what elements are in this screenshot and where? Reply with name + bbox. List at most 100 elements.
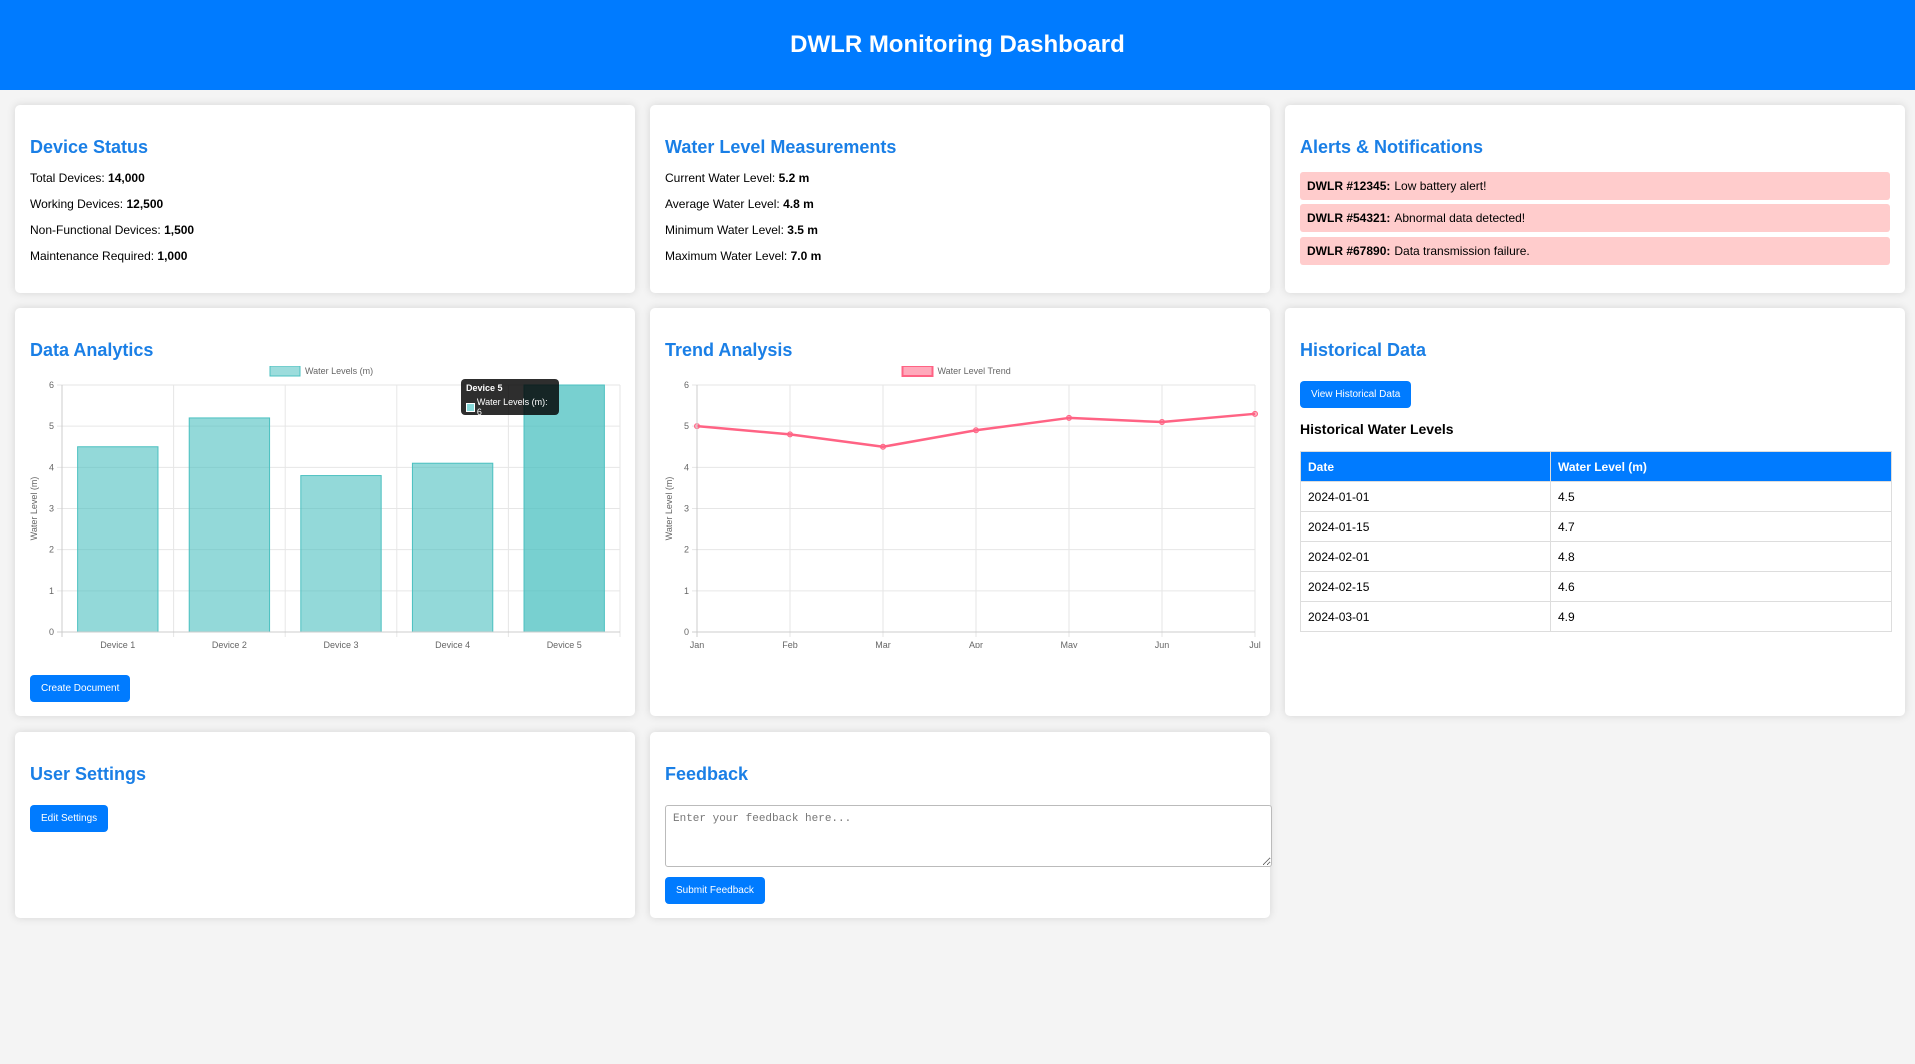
stat-maintenance-required: Maintenance Required: 1,000 <box>30 249 187 263</box>
y-tick-label: 4 <box>684 462 689 472</box>
y-tick-label: 6 <box>684 380 689 390</box>
stat-label: Minimum Water Level: <box>665 223 784 237</box>
x-tick-label: Jul <box>1249 640 1261 648</box>
y-axis-title: Water Level (m) <box>29 477 39 541</box>
data-point <box>1159 419 1165 426</box>
stat-minimum-water-level: Minimum Water Level: 3.5 m <box>665 223 818 237</box>
x-tick-label: Feb <box>782 640 798 648</box>
view-historical-data-button[interactable]: View Historical Data <box>1300 381 1412 408</box>
table-row: 2024-01-15 4.7 <box>1300 511 1892 542</box>
alert-item: DWLR #12345: Low battery alert! <box>1300 172 1890 200</box>
stat-maximum-water-level: Maximum Water Level: 7.0 m <box>665 249 821 263</box>
data-point <box>880 443 886 450</box>
stat-label: Average Water Level: <box>665 197 780 211</box>
device-status-title: Device Status <box>30 137 149 157</box>
user-settings-title: User Settings <box>30 764 147 784</box>
edit-settings-button[interactable]: Edit Settings <box>30 805 109 832</box>
stat-average-water-level: Average Water Level: 4.8 m <box>665 197 814 211</box>
chart-legend: Water Levels (m) <box>269 366 373 377</box>
bar <box>411 462 494 633</box>
feedback-card: Feedback Submit Feedback <box>650 732 1272 918</box>
bar <box>523 384 605 633</box>
stat-label: Working Devices: <box>30 197 124 211</box>
y-tick-label: 0 <box>684 627 689 637</box>
submit-feedback-button[interactable]: Submit Feedback <box>665 877 765 904</box>
alert-message: Data transmission failure. <box>1394 244 1530 258</box>
app-header: DWLR Monitoring Dashboard <box>0 0 1915 90</box>
table-row: 2024-02-15 4.6 <box>1300 571 1892 602</box>
alert-id: DWLR #12345: <box>1307 179 1391 193</box>
legend-label: Water Level Trend <box>938 366 1011 376</box>
water-level-title: Water Level Measurements <box>665 137 897 157</box>
alert-message: Abnormal data detected! <box>1394 211 1526 225</box>
table-cell: 2024-03-01 <box>1300 601 1551 632</box>
feedback-title: Feedback <box>665 764 749 784</box>
historical-table: Date Water Level (m) 2024-01-01 4.5 2024-… <box>1300 451 1892 632</box>
stat-label: Maximum Water Level: <box>665 249 788 263</box>
data-point <box>787 431 793 438</box>
tooltip-swatch <box>466 402 475 412</box>
data-analytics-title: Data Analytics <box>30 340 154 360</box>
table-cell: 4.7 <box>1550 511 1892 542</box>
stat-value: 1,000 <box>157 249 188 263</box>
data-analytics-card: Data Analytics Water Levels (m) 0 1 2 3 4 5 6 Wa… <box>15 308 635 716</box>
user-settings-card: User Settings Edit Settings <box>15 732 635 918</box>
table-cell: 2024-01-01 <box>1300 481 1551 512</box>
stat-label: Current Water Level: <box>665 171 776 185</box>
create-document-button[interactable]: Create Document <box>30 675 131 702</box>
table-cell: 2024-02-15 <box>1300 571 1551 602</box>
x-tick-label: Apr <box>969 640 983 648</box>
alerts-card: Alerts & Notifications DWLR #12345: Low b… <box>1285 105 1905 293</box>
table-cell: 4.8 <box>1550 541 1892 572</box>
table-row: 2024-02-01 4.8 <box>1300 541 1892 572</box>
stat-value: 14,000 <box>108 171 145 185</box>
stat-value: 7.0 m <box>790 249 822 263</box>
alert-item: DWLR #67890: Data transmission failure. <box>1300 237 1890 265</box>
legend-swatch <box>269 366 301 377</box>
table-cell: 2024-02-01 <box>1300 541 1551 572</box>
bar <box>300 475 382 633</box>
y-axis-title: Water Level (m) <box>664 477 674 541</box>
stat-value: 3.5 m <box>787 223 818 237</box>
trend-analysis-card: Trend Analysis Water Level Trend 0 1 2 3 4 5 6 W… <box>650 308 1270 716</box>
bar <box>77 446 159 633</box>
alert-id: DWLR #54321: <box>1307 211 1391 225</box>
tooltip-row: Water Levels (m): 6 <box>466 397 554 417</box>
x-tick-label: Jan <box>690 640 705 648</box>
stat-label: Maintenance Required: <box>30 249 155 263</box>
y-tick-label: 1 <box>684 586 689 596</box>
stat-non-functional-devices: Non-Functional Devices: 1,500 <box>30 223 194 237</box>
legend-label: Water Levels (m) <box>305 366 373 376</box>
stat-label: Total Devices: <box>30 171 105 185</box>
data-point <box>973 427 979 434</box>
table-cell: 4.5 <box>1550 481 1892 512</box>
y-tick-label: 4 <box>49 462 54 472</box>
alert-item: DWLR #54321: Abnormal data detected! <box>1300 204 1890 232</box>
stat-value: 1,500 <box>164 223 195 237</box>
device-status-card: Device Status Total Devices: 14,000 Work… <box>15 105 635 293</box>
x-tick-label: May <box>1060 640 1078 648</box>
y-tick-label: 0 <box>49 627 54 637</box>
tooltip-title: Device 5 <box>466 383 503 393</box>
x-tick-label: Mar <box>875 640 891 648</box>
y-tick-label: 5 <box>684 421 689 431</box>
alert-id: DWLR #67890: <box>1307 244 1391 258</box>
page-title: DWLR Monitoring Dashboard <box>790 31 1125 58</box>
stat-current-water-level: Current Water Level: 5.2 m <box>665 171 809 185</box>
stat-value: 4.8 m <box>783 197 814 211</box>
tooltip-text: Water Levels (m): 6 <box>476 397 548 417</box>
table-header-row: Date Water Level (m) <box>1300 451 1892 482</box>
stat-value: 5.2 m <box>778 171 810 185</box>
chart-tooltip: Device 5 Water Levels (m): 6 <box>461 379 559 417</box>
feedback-textarea[interactable] <box>665 805 1272 867</box>
data-point <box>1252 410 1258 417</box>
column-header-water-level: Water Level (m) <box>1550 451 1892 482</box>
y-tick-label: 3 <box>49 504 54 514</box>
table-cell: 2024-01-15 <box>1300 511 1551 542</box>
bar <box>188 417 271 633</box>
y-tick-label: 3 <box>684 504 689 514</box>
x-tick-label: Device 4 <box>435 640 470 648</box>
line-chart: Water Level Trend 0 1 2 3 4 5 6 Water Level (m) J… <box>664 366 1261 648</box>
y-tick-label: 1 <box>49 586 54 596</box>
y-tick-label: 2 <box>684 545 689 555</box>
